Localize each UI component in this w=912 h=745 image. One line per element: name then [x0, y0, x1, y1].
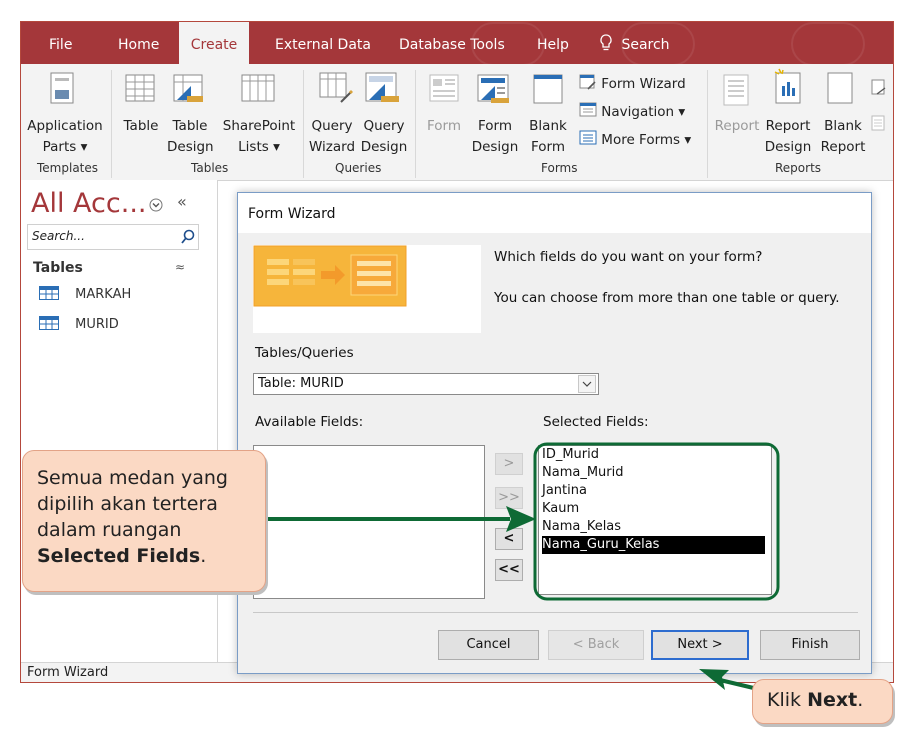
annotation-overlay [265, 442, 780, 692]
callout-line: Selected Fields. [37, 543, 228, 569]
callout-line: dalam ruangan [37, 519, 182, 541]
callout-line: Semua medan yang [37, 467, 228, 489]
callout-text: Klik [767, 689, 808, 711]
callout-period: . [857, 689, 864, 711]
fields-callout: Semua medan yang dipilih akan tertera da… [22, 450, 266, 592]
callout-bold-text: Selected Fields [37, 545, 201, 567]
selected-fields-highlight [533, 442, 780, 601]
next-callout: Klik Next. [752, 679, 893, 724]
callout-bold-text: Next [807, 689, 858, 711]
callout-line: dipilih akan tertera [37, 493, 218, 515]
callout-arrow-head [506, 506, 536, 532]
callout-period: . [200, 545, 207, 567]
